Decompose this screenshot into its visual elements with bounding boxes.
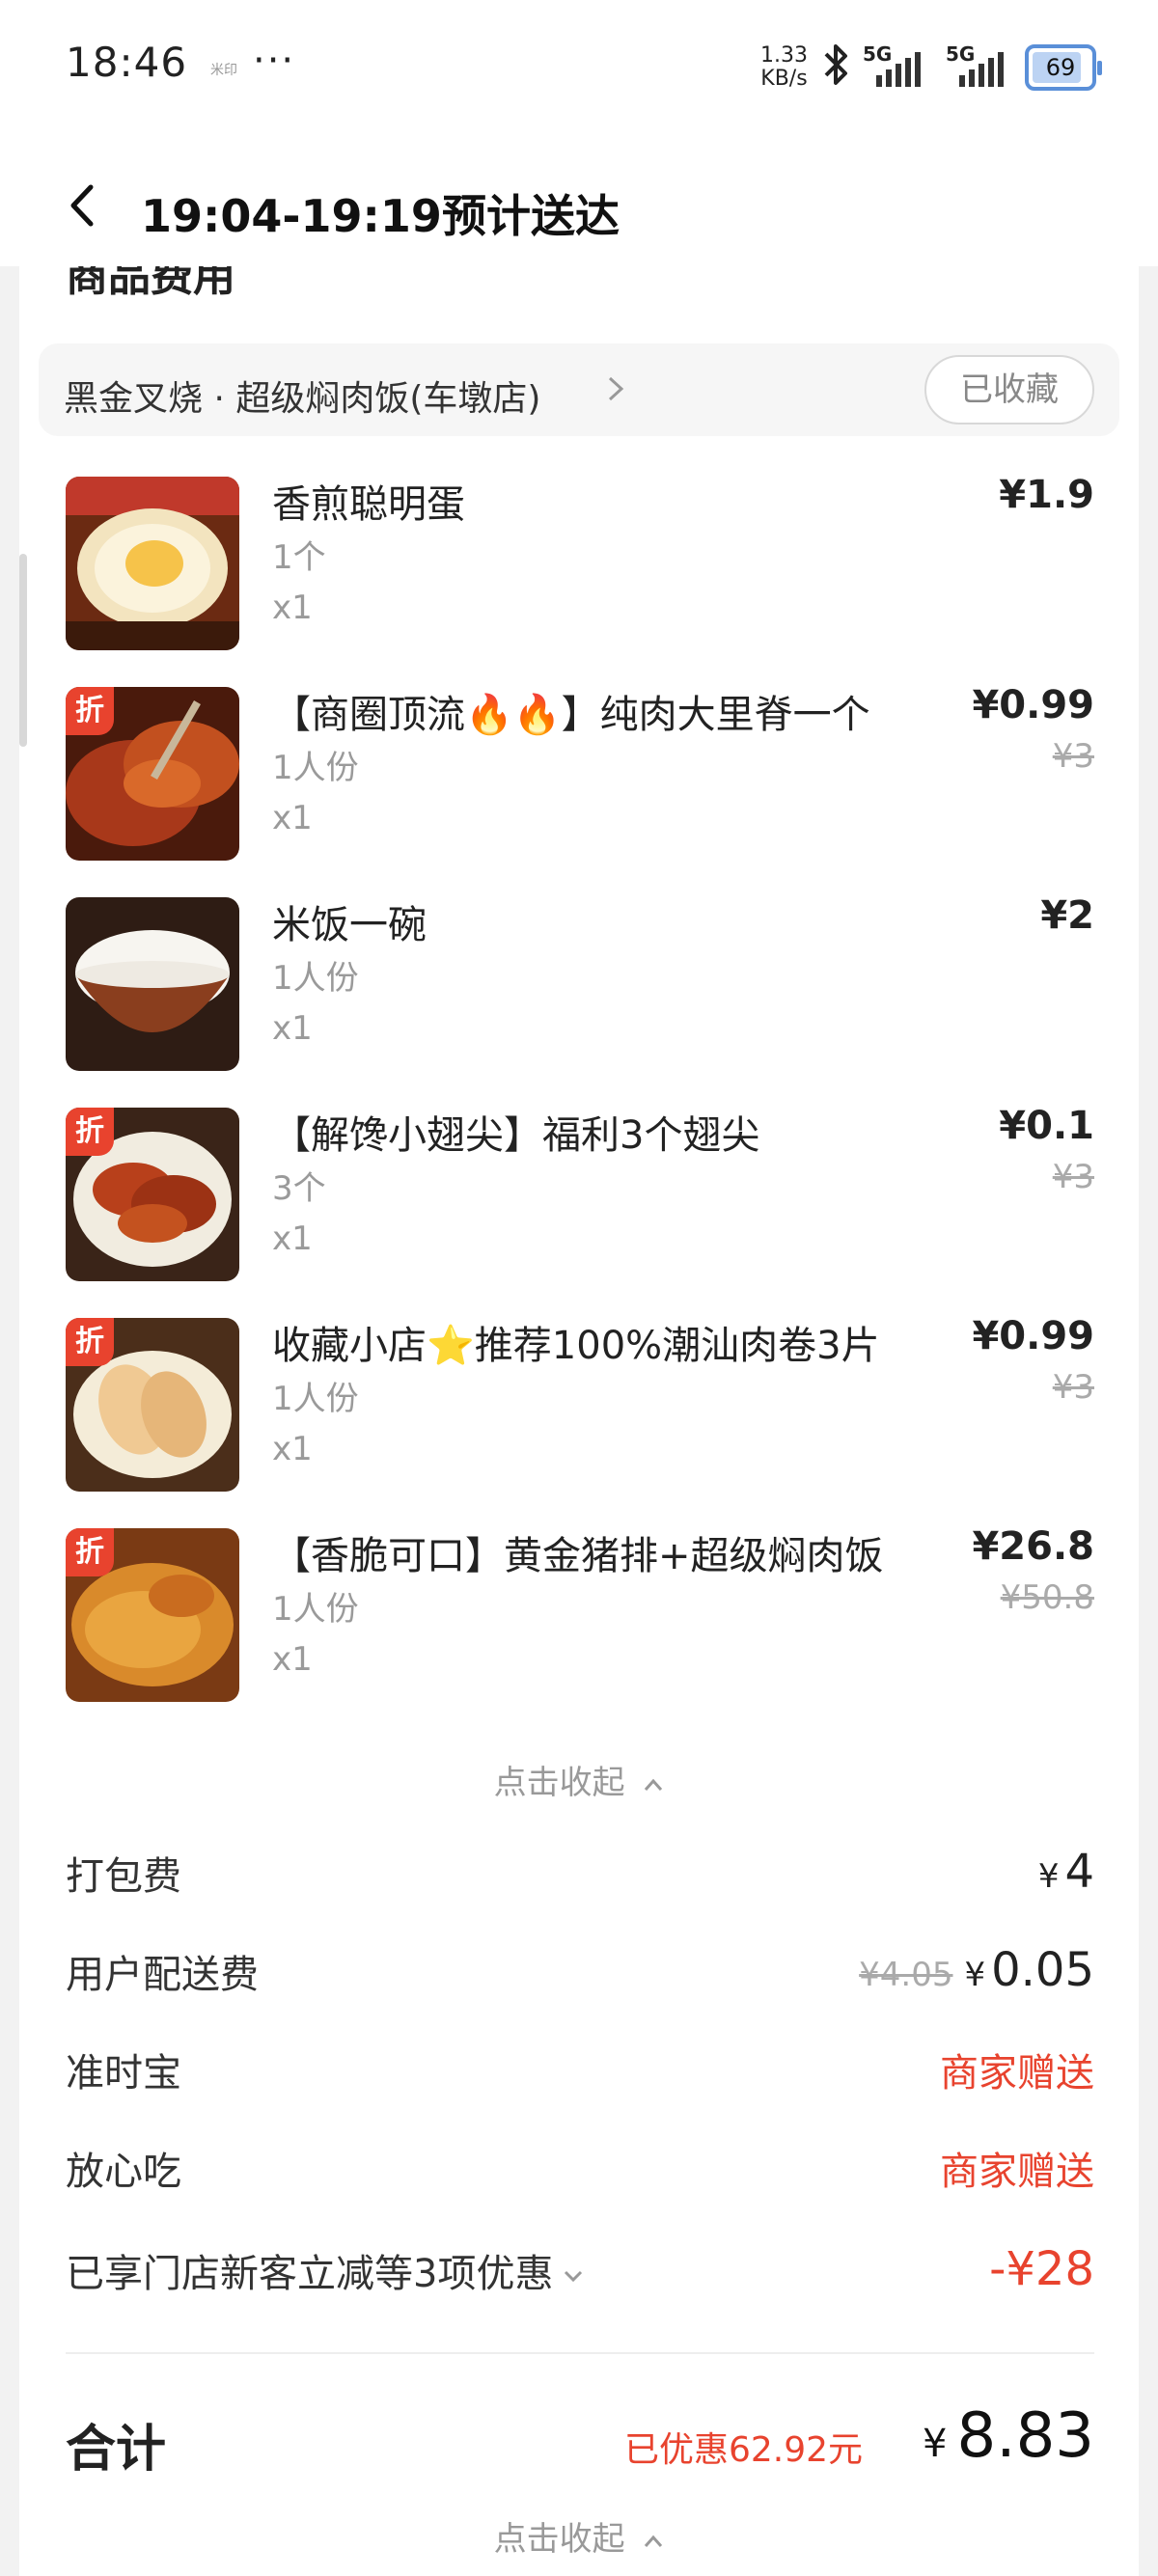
item-quantity: x1 [272, 1219, 313, 1258]
signal-strength-1-icon: 5G [863, 42, 924, 87]
packing-fee-value: ¥4 [1037, 1845, 1094, 1899]
network-speed-unit: KB/s [760, 67, 808, 91]
order-item[interactable]: 折 【香脆可口】黄金猪排+超级焖肉饭 1人份 x1 ¥26.8 ¥50.8 [19, 1524, 1139, 1735]
battery-icon: 69 [1025, 44, 1102, 91]
item-price: ¥0.99 [972, 1314, 1094, 1358]
item-spec: 1人份 [272, 749, 359, 787]
delivery-fee-label: 用户配送费 [66, 1953, 259, 1997]
page-title: 19:04-19:19预计送达 [141, 190, 620, 242]
discount-tag: 折 [66, 1108, 114, 1156]
status-bar: 18:46 米印 ··· 1.33 KB/s 5G 5G 69 [0, 0, 1158, 135]
collapse-details-button[interactable]: 点击收起 [19, 2512, 1139, 2560]
chevron-up-icon [645, 1778, 663, 1791]
food-safety-row[interactable]: 放心吃 商家赠送 [66, 2140, 1094, 2198]
packing-fee-label: 打包费 [66, 1854, 181, 1899]
item-original-price: ¥3 [1052, 737, 1094, 776]
ontime-guarantee-value: 商家赠送 [940, 2051, 1094, 2096]
item-quantity: x1 [272, 1640, 313, 1679]
back-arrow-icon[interactable] [60, 181, 108, 230]
status-more-dots: ··· [253, 39, 296, 83]
item-original-price: ¥50.8 [1000, 1578, 1094, 1617]
promotions-value: -¥28 [989, 2242, 1094, 2296]
status-time: 18:46 [66, 39, 188, 86]
item-price: ¥1.9 [999, 473, 1094, 517]
item-image: 折 [66, 1318, 239, 1492]
item-price: ¥2 [1040, 893, 1094, 938]
item-original-price: ¥3 [1052, 1158, 1094, 1196]
promotions-label[interactable]: 已享门店新客立减等3项优惠 [66, 2242, 584, 2298]
item-quantity: x1 [272, 1430, 313, 1468]
chevron-up-icon [645, 2535, 663, 2547]
order-item[interactable]: 折 收藏小店⭐推荐100%潮汕肉卷3片 1人份 x1 ¥0.99 ¥3 [19, 1314, 1139, 1524]
promotions-row[interactable]: 已享门店新客立减等3项优惠 -¥28 [66, 2242, 1094, 2300]
collapse-label: 点击收起 [493, 2520, 625, 2559]
ontime-guarantee-label: 准时宝 [66, 2051, 181, 2096]
item-spec: 1人份 [272, 1380, 359, 1418]
item-price: ¥0.1 [999, 1104, 1094, 1148]
total-label: 合计 [66, 2421, 167, 2479]
item-name: 【香脆可口】黄金猪排+超级焖肉饭 [272, 1534, 884, 1578]
ontime-guarantee-row[interactable]: 准时宝 商家赠送 [66, 2042, 1094, 2099]
item-image: 折 [66, 1108, 239, 1281]
total-saved: 已优惠62.92元 [623, 2430, 863, 2470]
order-fee-card: 商品费用 黑金叉烧 · 超级焖肉饭(车墩店) 已收藏 香煎聪明蛋 1个 x1 ¥… [19, 266, 1139, 2576]
item-name: 【商圈顶流🔥🔥】纯肉大里脊一个 [272, 693, 870, 737]
order-item[interactable]: 折 【解馋小翅尖】福利3个翅尖 3个 x1 ¥0.1 ¥3 [19, 1104, 1139, 1314]
packing-fee-row: 打包费 ¥4 [66, 1845, 1094, 1903]
divider [66, 2352, 1094, 2354]
delivery-fee-row: 用户配送费 ¥4.05 ¥0.05 [66, 1943, 1094, 2001]
item-quantity: x1 [272, 799, 313, 837]
discount-tag: 折 [66, 1318, 114, 1366]
order-item[interactable]: 米饭一碗 1人份 x1 ¥2 [19, 893, 1139, 1104]
discount-tag: 折 [66, 687, 114, 735]
item-price: ¥0.99 [972, 683, 1094, 727]
item-name: 【解馋小翅尖】福利3个翅尖 [272, 1113, 760, 1158]
battery-level: 69 [1045, 54, 1076, 81]
item-image: 折 [66, 1528, 239, 1702]
collapse-items-button[interactable]: 点击收起 [19, 1756, 1139, 1803]
delivery-fee-original: ¥4.05 [859, 1956, 953, 1994]
collapse-label: 点击收起 [493, 1764, 625, 1802]
item-price: ¥26.8 [972, 1524, 1094, 1569]
network-speed: 1.33 KB/s [760, 44, 808, 91]
chevron-right-icon [608, 376, 624, 401]
order-item[interactable]: 香煎聪明蛋 1个 x1 ¥1.9 [19, 473, 1139, 683]
item-spec: 1个 [272, 538, 326, 577]
item-image: 折 [66, 687, 239, 861]
favorite-button[interactable]: 已收藏 [924, 355, 1094, 425]
chevron-down-icon [565, 2270, 583, 2283]
item-name: 香煎聪明蛋 [272, 482, 465, 527]
food-safety-label: 放心吃 [66, 2150, 181, 2194]
section-title: 商品费用 [66, 266, 235, 301]
bluetooth-icon [824, 44, 847, 85]
discount-tag: 折 [66, 1528, 114, 1576]
item-spec: 3个 [272, 1169, 326, 1208]
total-row: 合计 已优惠62.92元 ¥8.83 [66, 2400, 1094, 2479]
shop-bar[interactable]: 黑金叉烧 · 超级焖肉饭(车墩店) 已收藏 [39, 343, 1119, 436]
item-original-price: ¥3 [1052, 1368, 1094, 1407]
food-safety-value: 商家赠送 [940, 2150, 1094, 2194]
item-quantity: x1 [272, 1009, 313, 1048]
item-image [66, 477, 239, 650]
total-amount: ¥8.83 [923, 2400, 1094, 2472]
item-spec: 1人份 [272, 1590, 359, 1629]
item-quantity: x1 [272, 589, 313, 627]
item-name: 米饭一碗 [272, 903, 427, 947]
shop-name[interactable]: 黑金叉烧 · 超级焖肉饭(车墩店) [64, 370, 540, 421]
network-speed-value: 1.33 [760, 43, 808, 68]
item-spec: 1人份 [272, 959, 359, 998]
item-name: 收藏小店⭐推荐100%潮汕肉卷3片 [272, 1324, 880, 1368]
order-item[interactable]: 折 【商圈顶流🔥🔥】纯肉大里脊一个 1人份 x1 ¥0.99 ¥3 [19, 683, 1139, 893]
item-image [66, 897, 239, 1071]
delivery-fee-value: ¥4.05 ¥0.05 [859, 1943, 1094, 1997]
page-header: 19:04-19:19预计送达 [0, 135, 1158, 266]
signal-strength-2-icon: 5G [946, 42, 1007, 87]
status-small-tag: 米印 [210, 63, 237, 78]
